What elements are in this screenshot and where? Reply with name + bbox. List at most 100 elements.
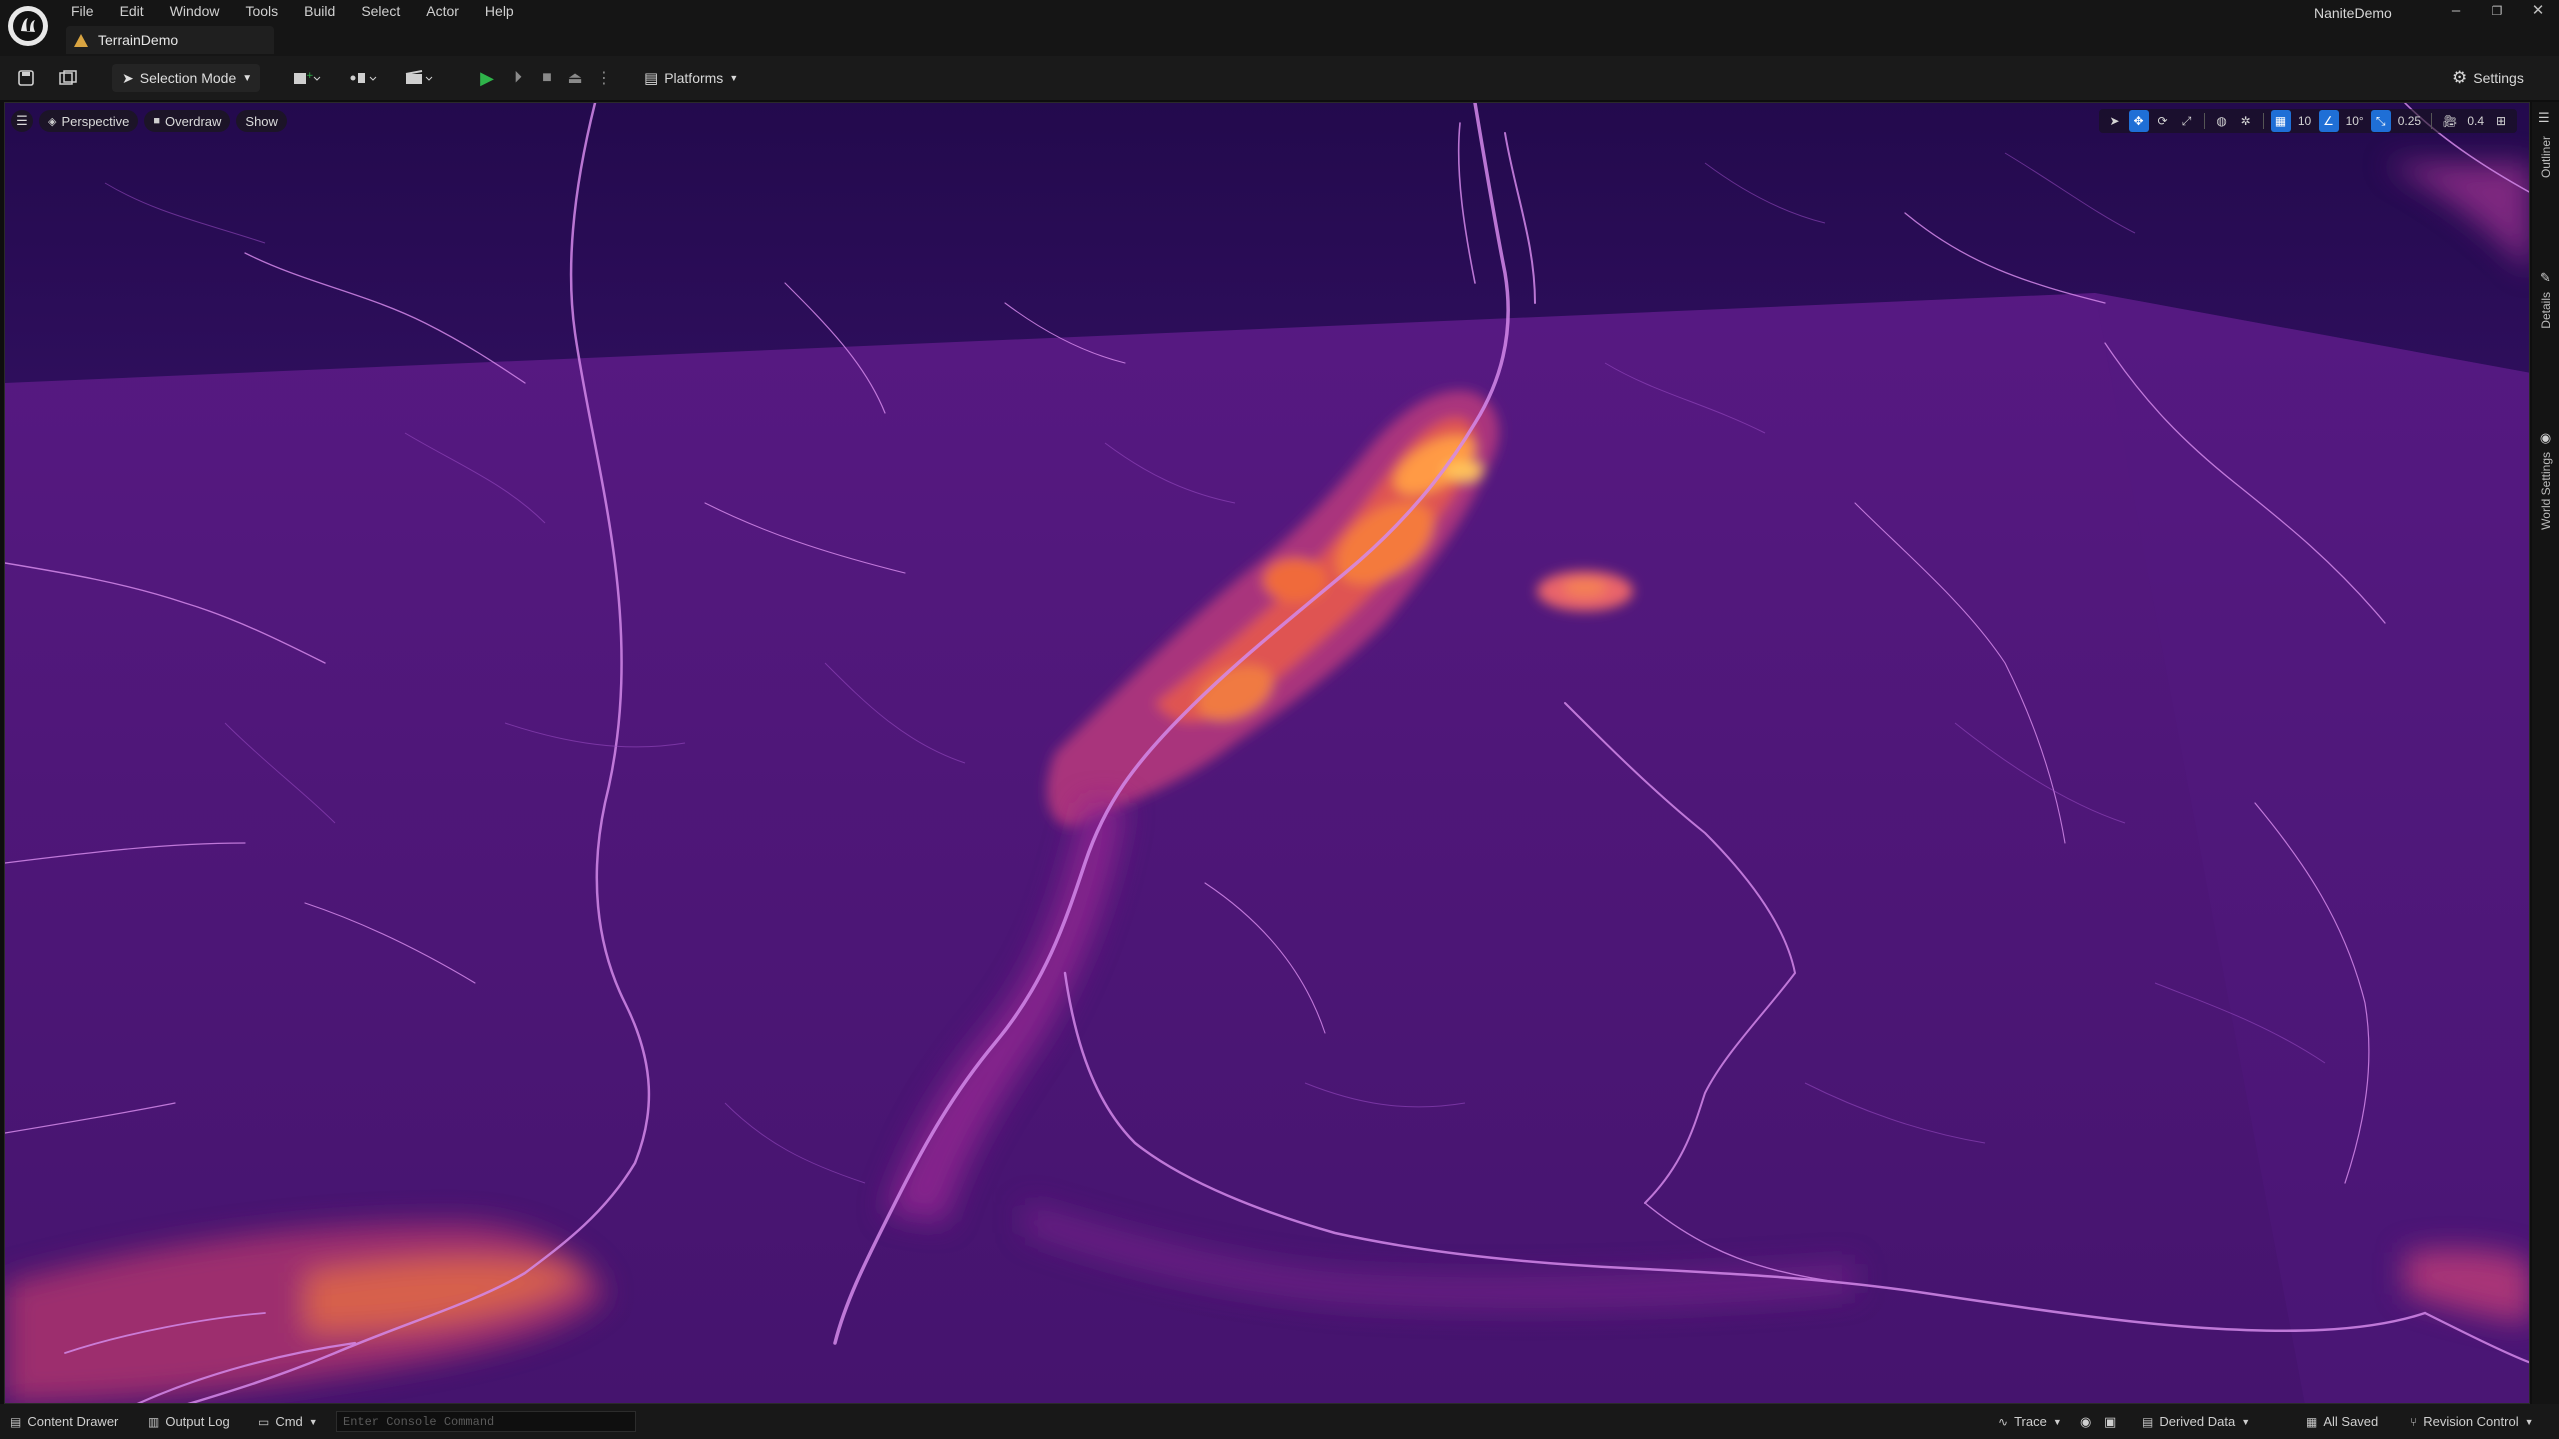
viewport-layout-icon[interactable]: ⊞ bbox=[2491, 110, 2511, 132]
details-tab[interactable]: ✎ Details bbox=[2532, 270, 2559, 329]
menu-edit[interactable]: Edit bbox=[107, 0, 157, 22]
world-settings-tab[interactable]: ◉ World Settings bbox=[2532, 430, 2559, 530]
cmd-dropdown[interactable]: ▭ Cmd ▼ bbox=[258, 1404, 318, 1439]
eject-icon[interactable]: ⏏ bbox=[563, 66, 587, 90]
stop-icon[interactable]: ■ bbox=[535, 66, 559, 90]
title-bar: File Edit Window Tools Build Select Acto… bbox=[0, 0, 2559, 56]
view-mode-button[interactable]: ◈ Perspective bbox=[39, 110, 139, 132]
more-options-icon[interactable]: ⋮ bbox=[592, 66, 616, 90]
content-drawer-button[interactable]: ▤ Content Drawer bbox=[10, 1404, 118, 1439]
perspective-cube-icon: ◈ bbox=[48, 115, 57, 128]
play-icon[interactable]: ▶ bbox=[475, 66, 499, 90]
separator bbox=[2431, 113, 2433, 129]
chevron-down-icon: ▼ bbox=[2052, 1416, 2062, 1427]
chevron-down-icon: ▼ bbox=[2524, 1416, 2534, 1427]
scale-snap-value[interactable]: 0.25 bbox=[2395, 110, 2424, 132]
rotate-tool-icon[interactable]: ⟳ bbox=[2153, 110, 2173, 132]
hamburger-icon: ☰ bbox=[16, 113, 28, 128]
output-log-label: Output Log bbox=[165, 1414, 230, 1429]
globe-icon: ◉ bbox=[2539, 430, 2552, 445]
platforms-label: Platforms bbox=[664, 70, 724, 86]
output-log-button[interactable]: ▥ Output Log bbox=[148, 1404, 230, 1439]
translate-tool-icon[interactable]: ✥ bbox=[2128, 110, 2149, 132]
outliner-tab-label: Outliner bbox=[2538, 136, 2553, 179]
surface-snap-icon[interactable]: ✲ bbox=[2236, 110, 2256, 132]
select-tool-icon[interactable]: ➤ bbox=[2105, 110, 2125, 132]
separator bbox=[2203, 113, 2205, 129]
scale-tool-icon[interactable]: ⤢ bbox=[2177, 110, 2197, 132]
record-icon[interactable]: ◉ bbox=[2080, 1404, 2091, 1439]
level-tab[interactable]: TerrainDemo bbox=[66, 26, 274, 54]
menu-window[interactable]: Window bbox=[157, 0, 233, 22]
world-local-icon[interactable]: ◍ bbox=[2212, 110, 2232, 132]
rotation-snap-value[interactable]: 10° bbox=[2343, 110, 2367, 132]
cmd-label: Cmd bbox=[275, 1414, 303, 1429]
settings-label: Settings bbox=[2473, 70, 2524, 86]
trace-label: Trace bbox=[2014, 1414, 2047, 1429]
separator bbox=[2262, 113, 2264, 129]
grid-snap-icon[interactable]: ▦ bbox=[2270, 110, 2291, 132]
menu-actor[interactable]: Actor bbox=[413, 0, 472, 22]
menu-tools[interactable]: Tools bbox=[232, 0, 291, 22]
restore-button[interactable]: ❐ bbox=[2487, 2, 2507, 20]
show-label: Show bbox=[245, 113, 278, 129]
menu-build[interactable]: Build bbox=[291, 0, 348, 22]
settings-button[interactable]: ⚙ Settings bbox=[2452, 64, 2524, 92]
status-bar: ▤ Content Drawer ▥ Output Log ▭ Cmd ▼ ∿ … bbox=[0, 1404, 2559, 1439]
visualization-mode-button[interactable]: ■ Overdraw bbox=[144, 110, 231, 132]
viewport-toolbar-left: ☰ ◈ Perspective ■ Overdraw Show bbox=[11, 109, 287, 133]
world-settings-tab-label: World Settings bbox=[2538, 452, 2553, 530]
save-icon[interactable] bbox=[14, 66, 38, 90]
svg-text:+: + bbox=[306, 71, 314, 81]
selection-mode-dropdown[interactable]: ➤ Selection Mode ▼ bbox=[112, 64, 260, 92]
cinematics-icon[interactable] bbox=[402, 66, 438, 90]
content-drawer-icon: ▤ bbox=[10, 1414, 22, 1429]
platforms-dropdown[interactable]: ▤ Platforms ▼ bbox=[644, 64, 738, 92]
overdraw-icon: ■ bbox=[153, 115, 161, 127]
screenshot-icon[interactable]: ▣ bbox=[2104, 1404, 2116, 1439]
close-button[interactable]: ✕ bbox=[2528, 2, 2548, 20]
view-mode-label: Perspective bbox=[61, 113, 130, 129]
chevron-down-icon: ▼ bbox=[2241, 1416, 2251, 1427]
camera-speed-icon[interactable]: 🎥︎ bbox=[2439, 110, 2460, 132]
all-saved-icon: ▦ bbox=[2306, 1414, 2318, 1429]
add-actor-icon[interactable]: + bbox=[290, 66, 326, 90]
content-drawer-label: Content Drawer bbox=[27, 1414, 119, 1429]
chevron-down-icon: ▼ bbox=[242, 72, 253, 84]
overdraw-visualization bbox=[5, 103, 2529, 1403]
pencil-icon: ✎ bbox=[2540, 270, 2551, 285]
blueprint-icon[interactable] bbox=[346, 66, 382, 90]
main-toolbar: ➤ Selection Mode ▼ + ▶ ⏵ ■ ⏏ ⋮ ▤ Platfor… bbox=[0, 56, 2559, 100]
revision-control-dropdown[interactable]: ⑂ Revision Control ▼ bbox=[2410, 1404, 2534, 1439]
revision-control-icon: ⑂ bbox=[2410, 1414, 2418, 1429]
trace-icon: ∿ bbox=[1998, 1414, 2009, 1429]
rotation-snap-icon[interactable]: ∠ bbox=[2318, 110, 2339, 132]
minimize-button[interactable]: – bbox=[2446, 2, 2466, 20]
console-command-input[interactable] bbox=[336, 1411, 636, 1432]
save-status-button[interactable]: ▦ All Saved bbox=[2306, 1404, 2378, 1439]
visualization-mode-label: Overdraw bbox=[165, 113, 222, 129]
menu-file[interactable]: File bbox=[58, 0, 107, 22]
advance-frame-icon[interactable]: ⏵ bbox=[506, 66, 530, 90]
camera-speed-value[interactable]: 0.4 bbox=[2464, 110, 2487, 132]
derived-data-label: Derived Data bbox=[2159, 1414, 2236, 1429]
level-tab-label: TerrainDemo bbox=[98, 32, 179, 48]
outliner-tab[interactable]: Outliner bbox=[2532, 136, 2559, 178]
menu-help[interactable]: Help bbox=[472, 0, 527, 22]
unreal-logo-icon[interactable] bbox=[8, 6, 48, 46]
content-browser-icon[interactable] bbox=[56, 66, 80, 90]
project-name: NaniteDemo bbox=[2314, 5, 2392, 21]
level-viewport[interactable]: ☰ ◈ Perspective ■ Overdraw Show ➤ ✥ ⟳ ⤢ … bbox=[4, 102, 2530, 1404]
derived-data-dropdown[interactable]: ▤ Derived Data ▼ bbox=[2142, 1404, 2250, 1439]
show-flags-button[interactable]: Show bbox=[236, 110, 287, 132]
revision-control-label: Revision Control bbox=[2423, 1414, 2519, 1429]
grid-snap-value[interactable]: 10 bbox=[2295, 110, 2315, 132]
viewport-menu-button[interactable]: ☰ bbox=[11, 110, 33, 132]
level-icon bbox=[74, 33, 88, 47]
output-log-icon: ▥ bbox=[148, 1414, 160, 1429]
panel-menu-icon[interactable]: ☰ bbox=[2538, 110, 2550, 126]
menu-select[interactable]: Select bbox=[348, 0, 413, 22]
side-tab-bar: ☰ Outliner ✎ Details ◉ World Settings bbox=[2532, 102, 2559, 1404]
trace-dropdown[interactable]: ∿ Trace ▼ bbox=[1998, 1404, 2062, 1439]
scale-snap-icon[interactable]: ⤡ bbox=[2370, 110, 2391, 132]
